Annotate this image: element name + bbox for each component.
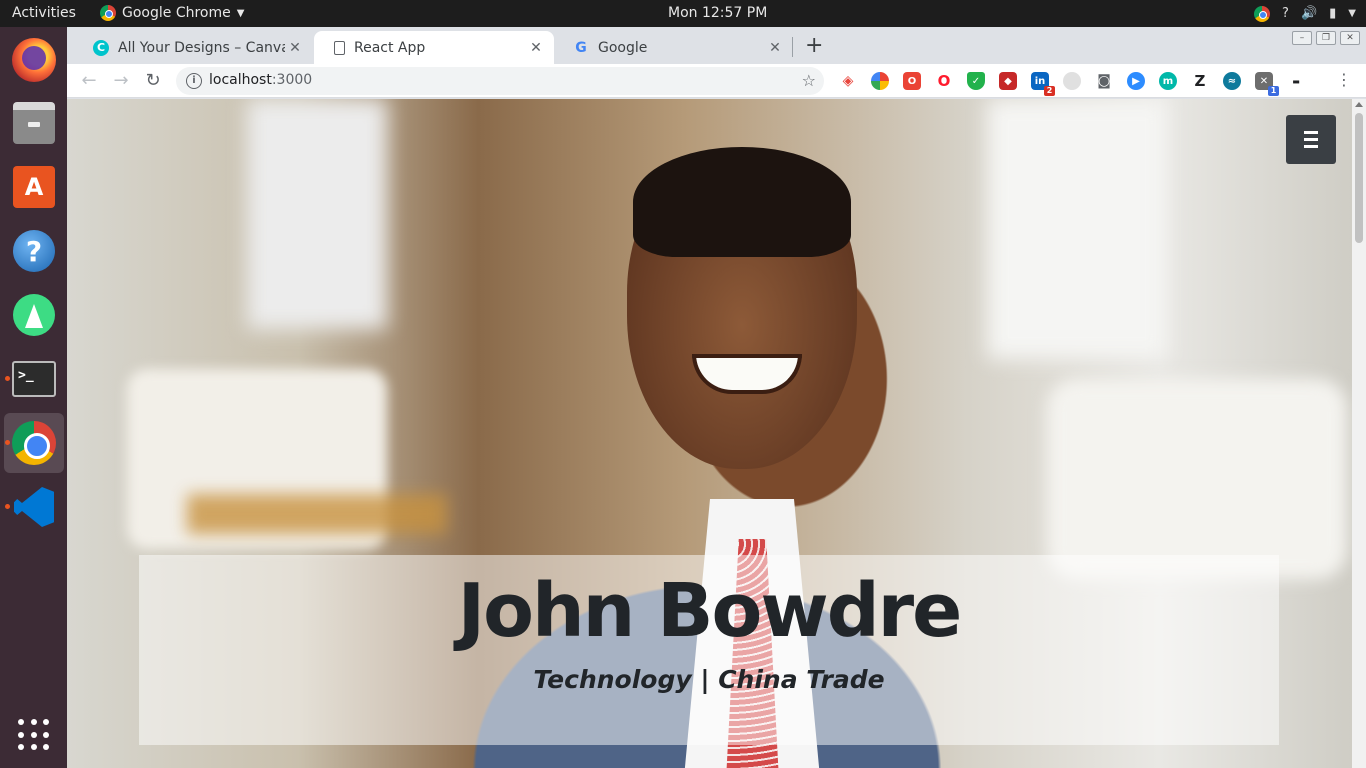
linkedin-icon[interactable]: in 2 [1031,72,1055,96]
minimize-button[interactable]: – [1292,31,1312,45]
system-tray[interactable]: ? 🔊 ▮ ▼ [1254,3,1356,24]
address-bar[interactable]: i localhost:3000 ☆ [176,67,824,95]
dock-item-help[interactable]: ? [4,221,64,281]
scrollbar-thumb[interactable] [1355,113,1363,243]
tab-react-app[interactable]: React App ✕ [314,31,554,64]
close-window-button[interactable]: ✕ [1340,31,1360,45]
document-icon [334,40,345,55]
volume-icon[interactable]: 🔊 [1301,6,1317,21]
bookmark-star-icon[interactable]: ☆ [802,71,816,90]
extension-wave-icon[interactable]: ≈ [1223,72,1241,90]
google-icon: G [575,39,587,56]
office-icon[interactable]: O [903,72,921,90]
shield-icon[interactable]: ✓ [967,72,985,90]
dock-item-software[interactable]: A [4,157,64,217]
extension-text-icon[interactable]: ▬ [1287,72,1305,90]
running-indicator [5,376,10,381]
tab-title: Google [598,39,648,56]
tab-strip: C All Your Designs – Canva ✕ React App ✕… [67,27,1366,64]
close-icon[interactable]: ✕ [765,40,785,56]
hero-tagline: Technology | China Trade [533,665,885,694]
dock-item-files[interactable] [4,93,64,153]
chrome-tray-icon[interactable] [1254,5,1271,22]
page-scrollbar[interactable] [1352,99,1366,768]
android-studio-icon [13,294,55,336]
tab-canva[interactable]: C All Your Designs – Canva ✕ [75,31,313,64]
hero-name: John Bowdre [457,568,963,654]
reload-button[interactable]: ↻ [141,69,165,93]
terminal-icon: >_ [12,361,56,397]
close-icon[interactable]: ✕ [285,40,305,56]
running-indicator [5,440,10,445]
background-chair [1047,379,1347,579]
browser-window: C All Your Designs – Canva ✕ React App ✕… [67,27,1366,768]
power-menu-chevron-icon[interactable]: ▼ [1348,8,1356,19]
back-button[interactable]: ← [77,69,101,93]
help-icon[interactable]: ? [1282,6,1289,21]
hero-caption: John Bowdre Technology | China Trade [139,555,1279,745]
dock-item-chrome[interactable] [4,413,64,473]
page-viewport: John Bowdre Technology | China Trade [67,99,1352,768]
menu-icon-bar [1304,145,1318,148]
tab-title: All Your Designs – Canva [118,39,285,56]
app-menu-label: Google Chrome [122,5,231,21]
vscode-icon [14,487,54,527]
app-menu[interactable]: Google Chrome ▼ [100,5,244,21]
info-icon[interactable]: i [186,73,202,89]
dock-item-firefox[interactable] [4,30,64,90]
background-pillar [987,99,1167,359]
tab-title: React App [354,39,426,56]
help-icon: ? [13,230,55,272]
chevron-down-icon: ▼ [236,7,245,19]
extension-bar: ◈ O O ✓ ◆ in 2 ◙ ▶ m Z ≈ ✕ 1 ▬ [839,72,1305,96]
tab-separator [792,37,793,57]
puzzle-icon[interactable]: ✕ 1 [1255,72,1279,96]
background-pillar [247,99,387,329]
extension-colorful-icon[interactable] [871,72,889,90]
extension-grey-circle-icon[interactable] [1063,72,1081,90]
tab-google[interactable]: G Google ✕ [555,31,793,64]
menu-icon-bar [1304,131,1318,134]
activities-button[interactable]: Activities [12,5,76,21]
clock[interactable]: Mon 12:57 PM [668,5,767,21]
camera-icon[interactable]: ◙ [1095,72,1113,90]
browser-menu-icon[interactable]: ⋮ [1336,70,1352,89]
window-controls: – ❐ ✕ [1292,31,1360,45]
firefox-icon [12,38,56,82]
extension-red-square-icon[interactable]: ◆ [999,72,1017,90]
files-icon [13,102,55,144]
app-grid-icon [18,719,50,751]
show-applications-button[interactable] [4,705,64,765]
dock-item-vscode[interactable] [4,477,64,537]
browser-toolbar: ← → ↻ i localhost:3000 ☆ ◈ O O ✓ ◆ in 2 ◙… [67,64,1366,98]
opera-icon[interactable]: O [935,72,953,90]
battery-icon[interactable]: ▮ [1329,6,1336,21]
portrait-hair [633,147,851,257]
chrome-icon [12,421,56,465]
maximize-button[interactable]: ❐ [1316,31,1336,45]
extension-m-icon[interactable]: m [1159,72,1177,90]
extension-z-icon[interactable]: Z [1191,72,1209,90]
new-tab-button[interactable]: + [805,33,823,58]
close-icon[interactable]: ✕ [526,40,546,56]
forward-button[interactable]: → [109,69,133,93]
extension-red-arrow-icon[interactable]: ◈ [839,72,857,90]
running-indicator [5,504,10,509]
dock-item-android-studio[interactable] [4,285,64,345]
chrome-icon [100,5,116,21]
zoom-icon[interactable]: ▶ [1127,72,1145,90]
software-store-icon: A [13,166,55,208]
dock-item-terminal[interactable]: >_ [4,349,64,409]
dock: A ? >_ [0,27,67,768]
background-chair-frame [187,494,447,534]
menu-icon-bar [1304,138,1318,141]
system-top-bar: Activities Google Chrome ▼ Mon 12:57 PM … [0,0,1366,27]
url-text[interactable]: localhost:3000 [209,72,312,88]
hamburger-menu-button[interactable] [1286,115,1336,164]
canva-icon: C [93,39,109,56]
scroll-up-arrow-icon[interactable] [1355,102,1363,107]
